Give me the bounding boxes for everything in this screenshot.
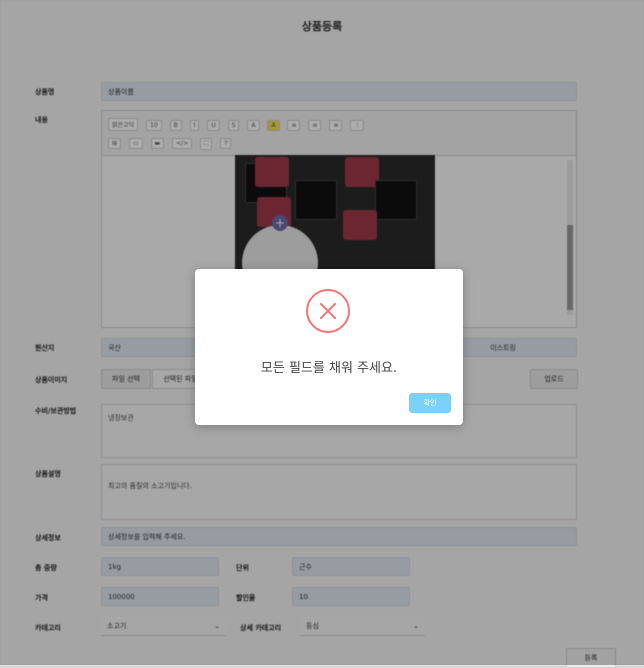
alert-message: 모든 필드를 채워 주세요. (260, 361, 398, 376)
confirm-button[interactable]: 확인 (409, 393, 451, 413)
error-icon (306, 289, 350, 333)
alert-dialog: 모든 필드를 채워 주세요. 확인 (195, 269, 463, 425)
